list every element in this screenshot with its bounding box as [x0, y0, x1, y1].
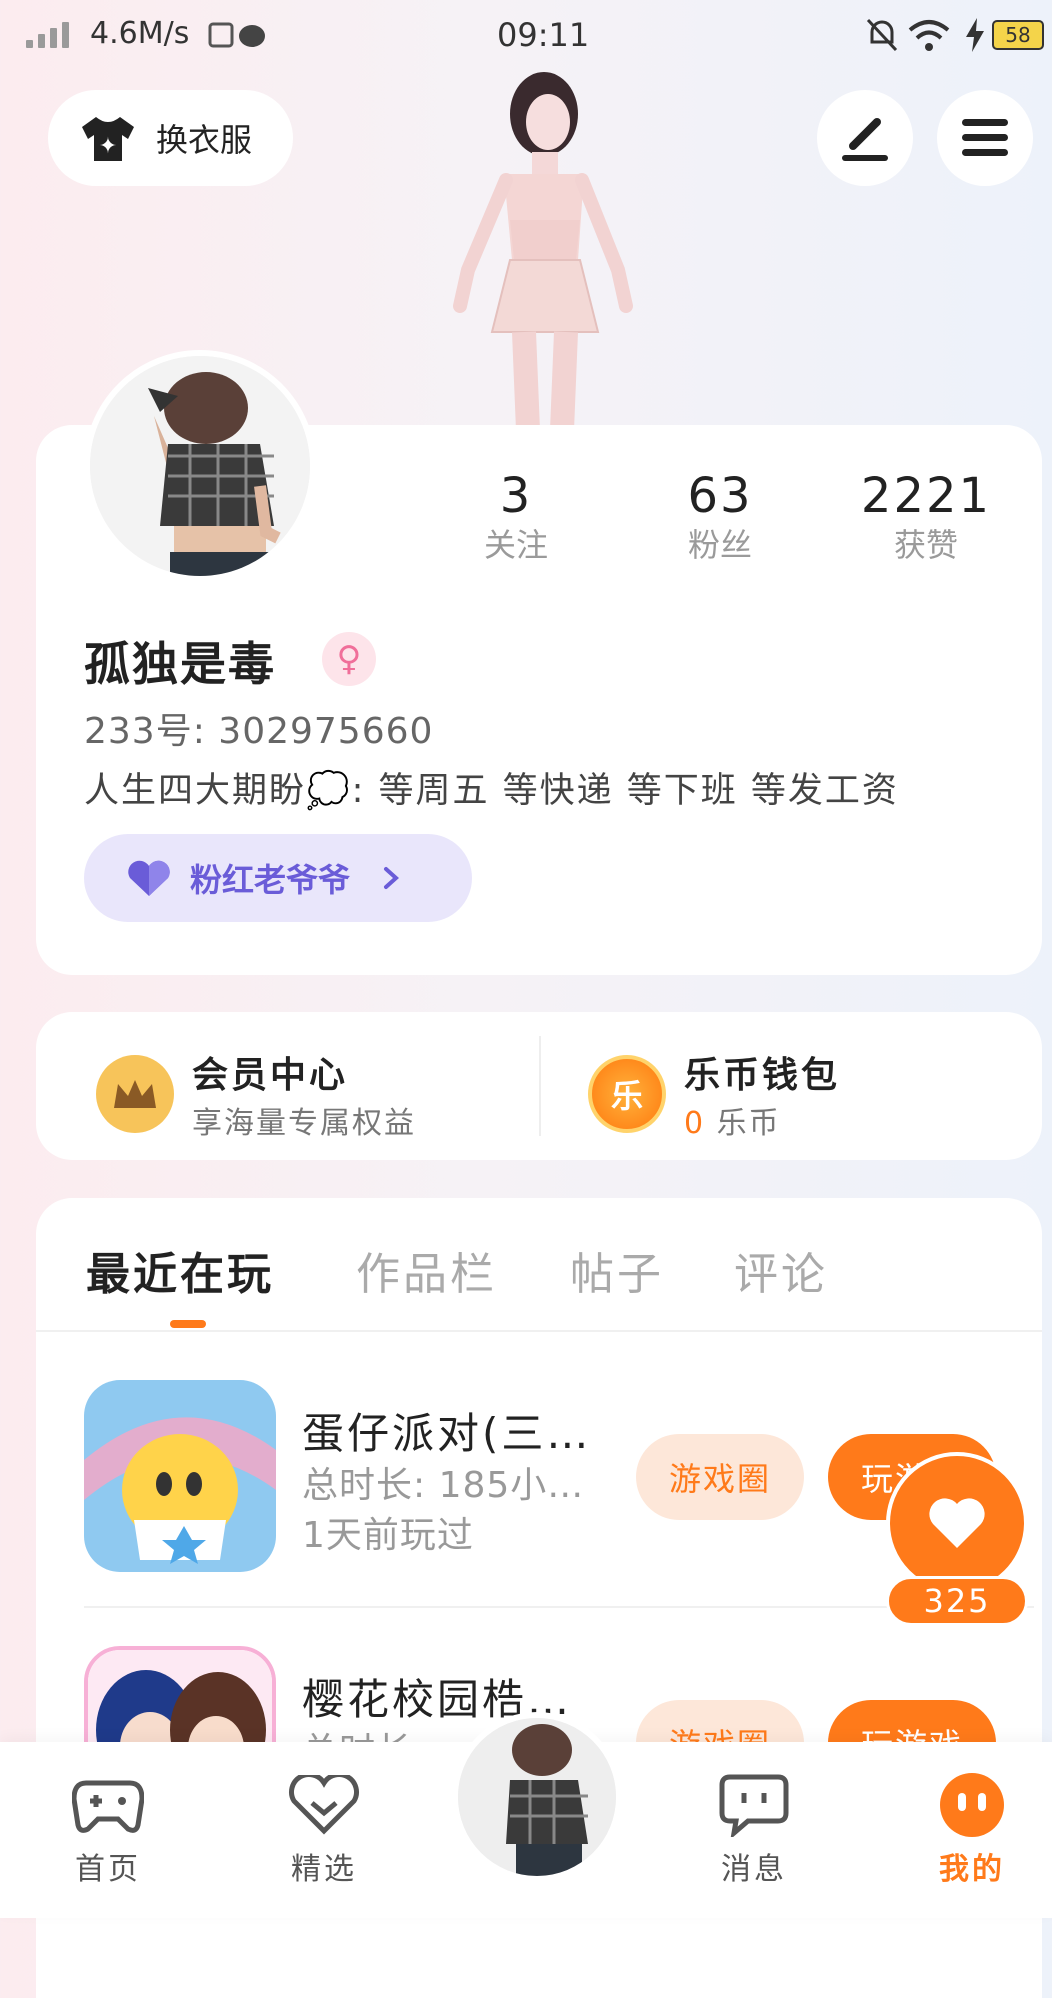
nav-mine[interactable]: 我的 — [912, 1772, 1032, 1888]
chat-icon — [719, 1774, 789, 1837]
network-speed: 4.6M/s — [90, 16, 190, 51]
notification-icons — [208, 22, 265, 48]
profile-face-icon — [940, 1773, 1004, 1837]
shirt-icon: ✦ — [82, 117, 134, 161]
vip-divider — [539, 1036, 541, 1136]
nav-avatar-center[interactable] — [452, 1712, 622, 1882]
avatar-3d-figure[interactable] — [420, 70, 660, 430]
signal-icon — [26, 22, 69, 48]
tab-recently-played[interactable]: 最近在玩 — [86, 1238, 274, 1302]
member-center-sub: 享海量专属权益 — [192, 1106, 416, 1141]
nav-home[interactable]: 首页 — [48, 1772, 168, 1888]
nav-mine-label: 我的 — [939, 1852, 1005, 1887]
following-count: 3 — [499, 468, 533, 524]
game-icon-eggy-party[interactable] — [84, 1380, 276, 1572]
wallet-unit: 乐币 — [716, 1106, 781, 1141]
chevron-right-icon — [384, 867, 400, 889]
wallet-title: 乐币钱包 — [684, 1055, 841, 1096]
coin-icon: 乐 — [588, 1055, 666, 1133]
avatar[interactable] — [84, 350, 316, 582]
following-label: 关注 — [483, 526, 548, 564]
charging-icon — [966, 18, 984, 52]
pencil-icon — [842, 118, 888, 161]
game-duration: 总时长: 185小… — [302, 1465, 585, 1506]
status-bar: 4.6M/s 09:11 58 — [0, 0, 1052, 72]
likes-count: 2221 — [860, 468, 992, 524]
likes-label: 获赞 — [893, 526, 958, 564]
nav-featured[interactable]: 精选 — [264, 1772, 384, 1888]
nav-featured-label: 精选 — [291, 1852, 357, 1887]
gamepad-icon — [72, 1780, 144, 1833]
member-center-title: 会员中心 — [192, 1055, 349, 1096]
floating-like-button[interactable] — [886, 1452, 1028, 1594]
stat-likes[interactable]: 2221 获赞 — [846, 468, 1006, 566]
svg-text:✦: ✦ — [99, 134, 117, 159]
center-avatar-image — [458, 1718, 616, 1876]
battery-icon: 58 — [992, 20, 1044, 50]
stat-fans[interactable]: 63 粉丝 — [640, 468, 800, 566]
avatar-image — [90, 356, 310, 576]
game-circle-button[interactable]: 游戏圈 — [636, 1434, 804, 1520]
menu-icon — [962, 119, 1008, 156]
stat-following[interactable]: 3 关注 — [436, 468, 596, 566]
heart-outline-icon — [289, 1775, 359, 1835]
game-last-played: 1天前玩过 — [302, 1515, 474, 1556]
heart-icon — [929, 1498, 985, 1548]
badge-pill[interactable]: 粉红老爷爷 — [84, 834, 472, 922]
menu-button[interactable] — [937, 90, 1033, 186]
tab-divider — [36, 1330, 1042, 1332]
game-title[interactable]: 蛋仔派对(三… — [302, 1400, 591, 1461]
change-outfit-label: 换衣服 — [156, 121, 253, 159]
female-icon: ♀ — [322, 632, 376, 686]
bio: 人生四大期盼💭: 等周五 等快递 等下班 等发工资 — [84, 771, 899, 811]
badge-label: 粉红老爷爷 — [190, 861, 351, 899]
edit-button[interactable] — [817, 90, 913, 186]
fans-count: 63 — [687, 468, 753, 524]
tab-posts[interactable]: 帖子 — [570, 1238, 664, 1302]
user-id[interactable]: 233号: 302975660 — [84, 702, 433, 754]
fans-label: 粉丝 — [687, 526, 752, 564]
nav-messages-label: 消息 — [721, 1852, 787, 1887]
username: 孤独是毒 — [84, 637, 276, 691]
tab-works[interactable]: 作品栏 — [356, 1238, 497, 1302]
wallet-amount: 0 — [684, 1106, 706, 1141]
mute-bell-icon — [866, 18, 898, 52]
clock: 09:11 — [497, 16, 590, 54]
tab-indicator — [170, 1320, 206, 1328]
wifi-icon — [908, 20, 950, 51]
floating-like-count: 325 — [886, 1576, 1028, 1626]
tab-comments[interactable]: 评论 — [734, 1238, 828, 1302]
change-outfit-button[interactable]: ✦ 换衣服 — [48, 90, 293, 186]
nav-home-label: 首页 — [75, 1852, 141, 1887]
member-center[interactable]: 会员中心 享海量专属权益 — [96, 1046, 416, 1142]
coin-wallet[interactable]: 乐 乐币钱包 0 乐币 — [588, 1046, 840, 1142]
nav-messages[interactable]: 消息 — [694, 1772, 814, 1888]
crown-icon — [96, 1055, 174, 1133]
heart-badge-icon — [128, 860, 170, 896]
